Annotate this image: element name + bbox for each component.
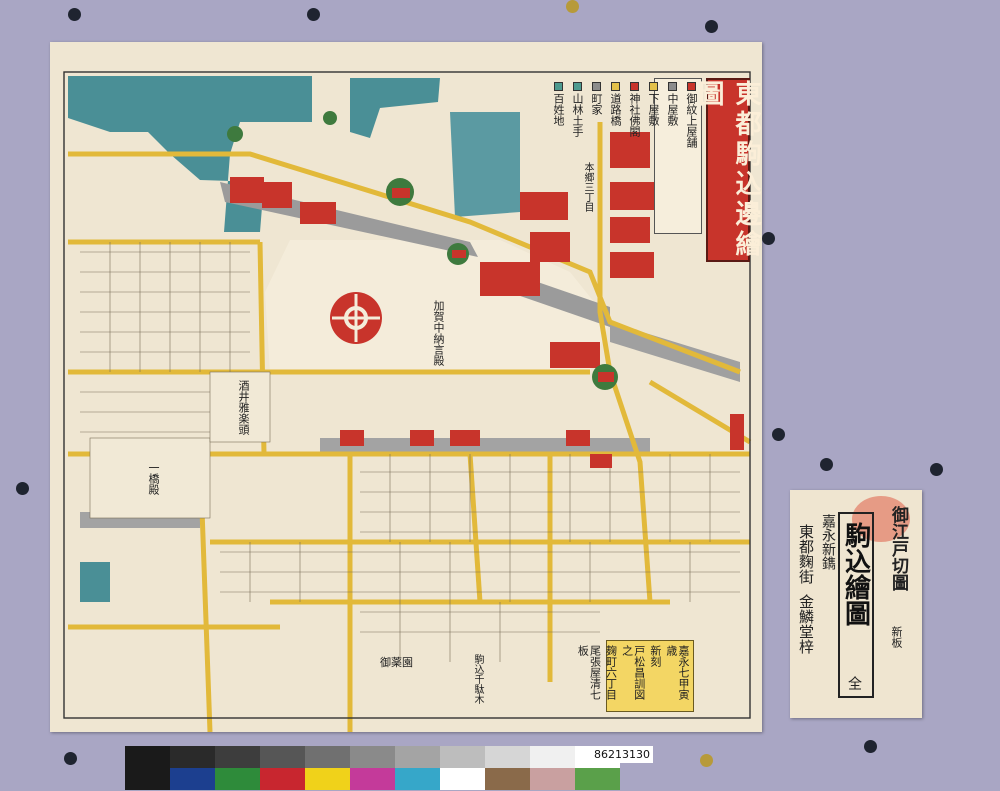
map-cover-wrapper: 御江戸切圖 新板 嘉永新鐫 駒込繪圖 全 東都麴街 金鱗堂梓 [790, 490, 922, 718]
cover-price-mark: 全 [846, 676, 862, 690]
color-patch [305, 768, 350, 790]
legend-swatch [553, 82, 563, 91]
color-patch [485, 746, 530, 768]
push-pin [930, 463, 943, 476]
colophon-line: 戸松昌訓図之 [620, 645, 646, 700]
colophon-line: 麹町六丁目 [604, 645, 618, 700]
color-patch [530, 768, 575, 790]
color-patch [215, 746, 260, 768]
legend-swatch [648, 82, 658, 91]
push-pin [772, 428, 785, 441]
legend-item: 下屋敷 [645, 82, 661, 230]
color-patch [440, 768, 485, 790]
cover-edition-label: 新板 [890, 626, 903, 648]
scan-board: 御紋上屋舗 中屋敷 下屋敷 神社佛閣 道路橋 町家 山林土手 百姓地 東都駒込邊… [0, 0, 1000, 791]
estate-label: 御薬園 [380, 656, 413, 669]
legend-label: 下屋敷 [647, 93, 660, 126]
push-pin [68, 8, 81, 21]
forest-area-east [450, 112, 520, 217]
legend-label: 道路橋 [609, 93, 622, 126]
map-title-cartouche: 東都駒込邊繪圖 [694, 78, 761, 262]
colophon-line: 嘉永七甲寅歳 [664, 645, 690, 700]
map-title: 東都駒込邊繪圖 [694, 80, 761, 260]
colophon-line: 新刻 [648, 645, 662, 667]
color-patch [170, 768, 215, 790]
legend-swatch [591, 82, 601, 91]
accession-number-label: 86213130 [591, 746, 653, 763]
colophon-line: 尾張屋清七板 [576, 645, 602, 700]
push-pin [820, 458, 833, 471]
legend-label: 中屋敷 [666, 93, 679, 126]
town-strip-south [320, 438, 650, 452]
color-patch [260, 768, 305, 790]
estate-label: 駒込千駄木 [472, 654, 483, 704]
color-patch [125, 746, 170, 768]
publisher-colophon: 嘉永七甲寅歳 新刻 戸松昌訓図之 麹町六丁目 尾張屋清七板 [576, 640, 694, 712]
legend-swatch [610, 82, 620, 91]
push-pin [566, 0, 579, 13]
push-pin [705, 20, 718, 33]
estate-label: 本郷三丁目 [582, 162, 593, 212]
legend-label: 神社佛閣 [628, 93, 641, 137]
legend-label: 町家 [590, 93, 603, 115]
color-calibration-bar [125, 746, 620, 791]
forest-area-southwest [80, 562, 110, 602]
crest-icon [330, 292, 382, 344]
color-patch [215, 768, 260, 790]
legend-swatch [667, 82, 677, 91]
estate-label: 加賀中納言殿 [432, 300, 445, 366]
color-patch [395, 746, 440, 768]
cover-city-label: 東都麴街 [797, 524, 815, 584]
push-pin [16, 482, 29, 495]
estate-label: 酒井雅楽頭 [237, 380, 250, 435]
cover-title: 駒込繪圖 [840, 522, 871, 626]
cover-side-label: 嘉永新鐫 [820, 514, 836, 570]
legend-item: 神社佛閣 [626, 82, 642, 230]
legend-item: 道路橋 [607, 82, 623, 230]
legend-swatch [629, 82, 639, 91]
estate-label: 一橋殿 [147, 462, 160, 495]
push-pin [700, 754, 713, 767]
color-patch [170, 746, 215, 768]
legend-swatch [572, 82, 582, 91]
legend-item: 百姓地 [550, 82, 566, 230]
color-patch [350, 746, 395, 768]
color-patch [395, 768, 440, 790]
cover-title-frame: 駒込繪圖 [838, 512, 874, 698]
cover-series-label: 御江戸切圖 [888, 506, 908, 591]
push-pin [864, 740, 877, 753]
map-sheet: 御紋上屋舗 中屋敷 下屋敷 神社佛閣 道路橋 町家 山林土手 百姓地 東都駒込邊… [50, 42, 762, 732]
legend-label: 百姓地 [552, 93, 565, 126]
color-patch [125, 768, 170, 790]
grayscale-row [125, 746, 620, 768]
color-patch [530, 746, 575, 768]
push-pin [307, 8, 320, 21]
color-patch [440, 746, 485, 768]
legend-item: 中屋敷 [664, 82, 680, 230]
push-pin [64, 752, 77, 765]
color-patch [350, 768, 395, 790]
forest-area-north [68, 76, 312, 154]
color-patch [575, 768, 620, 790]
color-row [125, 768, 620, 790]
color-patch [260, 746, 305, 768]
color-patch [305, 746, 350, 768]
forest-area-center [350, 78, 440, 138]
color-patch [485, 768, 530, 790]
push-pin [762, 232, 775, 245]
legend-label: 山林土手 [571, 93, 584, 137]
cover-publisher: 金鱗堂梓 [797, 594, 815, 654]
